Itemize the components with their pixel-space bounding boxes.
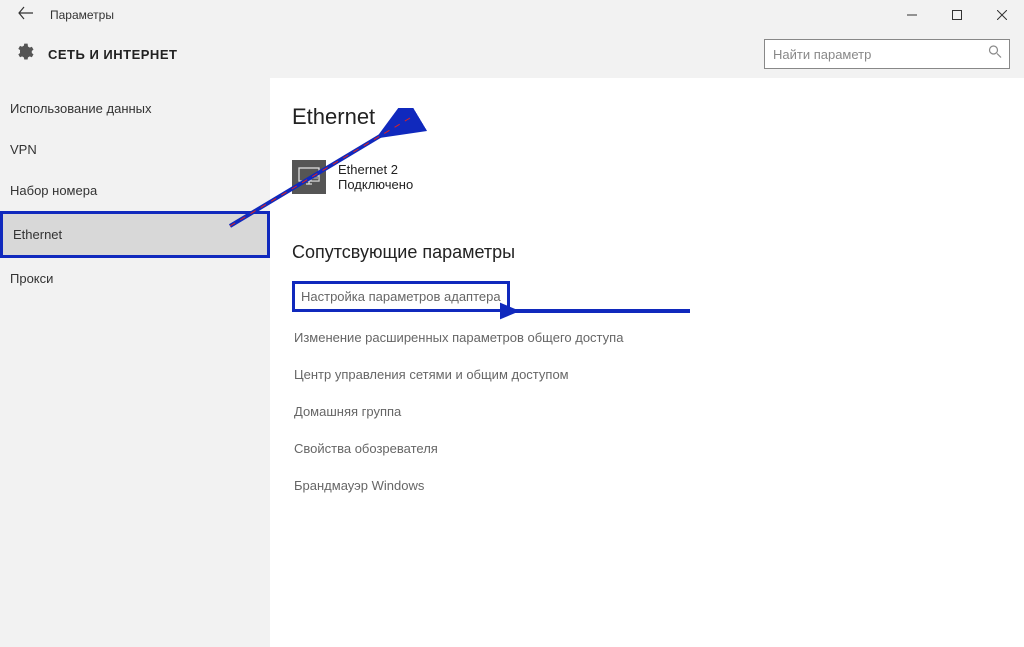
annotation-arrow-2 [500, 301, 700, 321]
link-firewall[interactable]: Брандмауэр Windows [292, 474, 426, 497]
close-button[interactable] [979, 0, 1024, 30]
link-homegroup[interactable]: Домашняя группа [292, 400, 403, 423]
link-network-center[interactable]: Центр управления сетями и общим доступом [292, 363, 571, 386]
sidebar-item-dialup[interactable]: Набор номера [0, 170, 270, 211]
link-internet-options[interactable]: Свойства обозревателя [292, 437, 440, 460]
connection-status: Подключено [338, 177, 413, 192]
sidebar-item-proxy[interactable]: Прокси [0, 258, 270, 299]
page-title: Ethernet [292, 104, 1002, 130]
titlebar: Параметры [0, 0, 1024, 30]
connection-text: Ethernet 2 Подключено [338, 162, 413, 192]
minimize-button[interactable] [889, 0, 934, 30]
gear-icon [14, 42, 34, 67]
header-title: СЕТЬ И ИНТЕРНЕТ [48, 47, 177, 62]
link-advanced-sharing[interactable]: Изменение расширенных параметров общего … [292, 326, 625, 349]
sidebar-item-data-usage[interactable]: Использование данных [0, 88, 270, 129]
close-icon [997, 10, 1007, 20]
minimize-icon [907, 10, 917, 20]
link-adapter-settings[interactable]: Настройка параметров адаптера [292, 281, 510, 312]
search-input[interactable] [764, 39, 1010, 69]
header: СЕТЬ И ИНТЕРНЕТ [0, 30, 1024, 78]
content: Использование данных VPN Набор номера Et… [0, 78, 1024, 647]
search-wrap [764, 39, 1010, 69]
related-settings-title: Сопутсвующие параметры [292, 242, 1002, 263]
sidebar-item-vpn[interactable]: VPN [0, 129, 270, 170]
back-arrow-icon [18, 6, 34, 20]
maximize-icon [952, 10, 962, 20]
maximize-button[interactable] [934, 0, 979, 30]
sidebar: Использование данных VPN Набор номера Et… [0, 78, 270, 647]
sidebar-item-ethernet[interactable]: Ethernet [0, 211, 270, 258]
ethernet-connection[interactable]: Ethernet 2 Подключено [292, 160, 413, 194]
back-button[interactable] [10, 0, 42, 31]
ethernet-monitor-icon [292, 160, 326, 194]
window-controls [889, 0, 1024, 30]
connection-name: Ethernet 2 [338, 162, 413, 177]
main-panel: Ethernet Ethernet 2 Подключено Сопутсвую… [270, 78, 1024, 647]
window-title: Параметры [50, 8, 114, 22]
